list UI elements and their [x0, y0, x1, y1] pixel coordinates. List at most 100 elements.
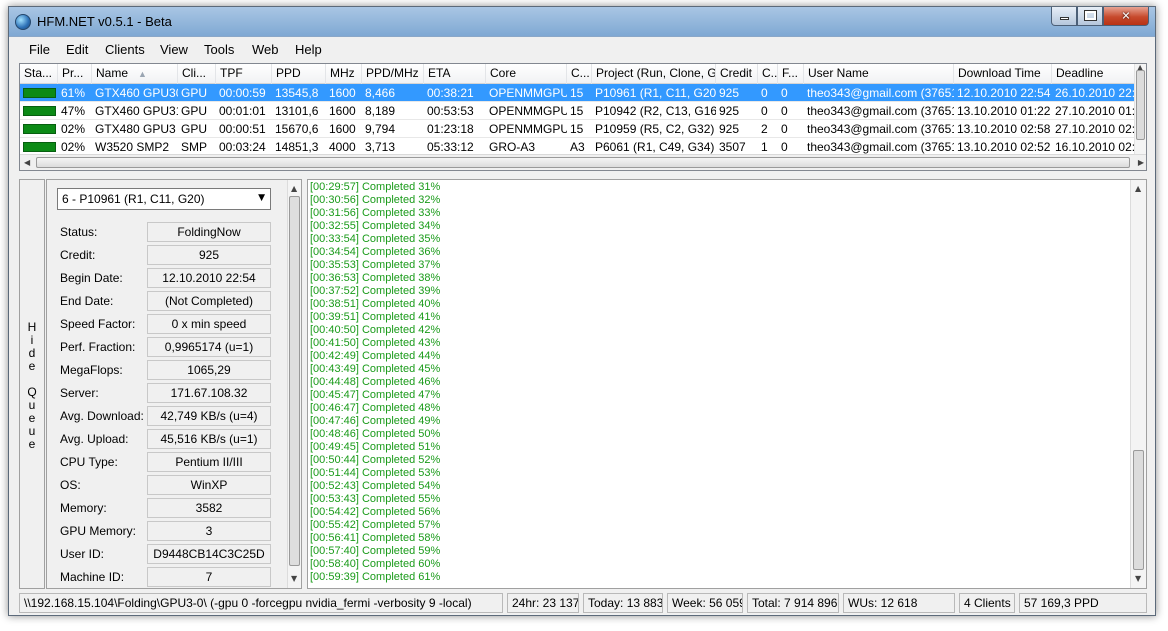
col-header-project[interactable]: Project (Run, Clone, G...: [592, 64, 716, 84]
col-header-completed[interactable]: C...: [758, 64, 778, 84]
title-bar[interactable]: HFM.NET v0.5.1 - Beta ✕: [9, 7, 1155, 37]
table-row[interactable]: 02% GTX480 GPU3 GPU 00:00:51 15670,6 160…: [20, 120, 1136, 138]
minimize-icon: [1060, 17, 1069, 20]
detail-credit-value: 925: [147, 245, 271, 265]
log-line: [00:54:42] Completed 56%: [310, 506, 441, 518]
cell-ppd-mhz: 8,466: [365, 86, 396, 100]
clients-grid[interactable]: Sta... Pr... Name ▲ Cli... TPF PPD MHz PP…: [19, 63, 1147, 171]
status-indicator: [23, 88, 56, 98]
close-icon: ✕: [1121, 9, 1131, 23]
detail-end-date-value: (Not Completed): [147, 291, 271, 311]
cell-tpf: 00:01:01: [219, 104, 266, 118]
detail-label: Begin Date:: [60, 271, 123, 285]
scroll-thumb[interactable]: [36, 157, 1130, 168]
cell-credit: 925: [719, 122, 740, 136]
work-unit-details-panel: 6 - P10961 (R1, C11, G20) ▼ Status: Fold…: [46, 179, 302, 589]
maximize-button[interactable]: [1077, 7, 1103, 26]
scroll-down-icon[interactable]: ▼: [291, 574, 297, 583]
minimize-button[interactable]: [1051, 7, 1077, 26]
hide-queue-letter: e: [28, 359, 36, 373]
scroll-down-icon[interactable]: ▼: [1135, 574, 1141, 583]
cell-failed: 0: [781, 104, 788, 118]
status-week: Week: 56 059: [667, 593, 743, 613]
col-header-progress[interactable]: Pr...: [58, 64, 92, 84]
scroll-up-icon[interactable]: ▲: [1135, 184, 1141, 193]
col-header-tpf[interactable]: TPF: [216, 64, 272, 84]
status-indicator: [23, 124, 56, 134]
col-header-failed[interactable]: F...: [778, 64, 804, 84]
close-button[interactable]: ✕: [1103, 7, 1149, 26]
cell-mhz: 1600: [329, 104, 356, 118]
col-header-client-type[interactable]: Cli...: [178, 64, 216, 84]
scroll-right-icon[interactable]: ▶: [1138, 158, 1144, 167]
cell-core: OPENMMGPU: [489, 122, 567, 136]
col-header-eta[interactable]: ETA: [424, 64, 486, 84]
menu-file[interactable]: File: [29, 42, 50, 57]
menu-view[interactable]: View: [160, 42, 188, 57]
col-header-status[interactable]: Sta...: [20, 64, 58, 84]
col-header-name[interactable]: Name ▲: [92, 64, 178, 84]
scroll-thumb[interactable]: [289, 196, 300, 566]
detail-gpu-memory-value: 3: [147, 521, 271, 541]
details-scrollbar[interactable]: ▲ ▼: [287, 180, 301, 588]
grid-horizontal-scrollbar[interactable]: ◀ ▶: [20, 154, 1146, 170]
col-header-core[interactable]: Core: [486, 64, 567, 84]
cell-core-version: 15: [570, 86, 584, 100]
detail-label: Avg. Upload:: [60, 432, 129, 446]
cell-user-name: theo343@gmail.com (37651): [807, 104, 954, 118]
log-line: [00:30:56] Completed 32%: [310, 194, 441, 206]
col-header-ppd-mhz[interactable]: PPD/MHz: [362, 64, 424, 84]
detail-status-value: FoldingNow: [147, 222, 271, 242]
work-unit-select-value: 6 - P10961 (R1, C11, G20): [62, 192, 205, 206]
cell-ppd: 13545,8: [275, 86, 319, 100]
log-line: [00:38:51] Completed 40%: [310, 298, 441, 310]
scroll-thumb[interactable]: [1133, 450, 1144, 570]
scroll-up-icon[interactable]: ▲: [291, 184, 297, 193]
status-indicator: [23, 106, 56, 116]
window-title: HFM.NET v0.5.1 - Beta: [37, 14, 172, 29]
table-row[interactable]: 47% GTX460 GPU31 GPU 00:01:01 13101,6 16…: [20, 102, 1136, 120]
hide-queue-button[interactable]: H i d e Q u e u e: [19, 179, 45, 589]
grid-vertical-scrollbar[interactable]: ▲: [1134, 64, 1146, 154]
log-line: [00:52:43] Completed 54%: [310, 480, 441, 492]
log-scrollbar[interactable]: ▲ ▼: [1130, 180, 1146, 588]
scroll-thumb[interactable]: [1136, 70, 1145, 140]
col-header-user-name[interactable]: User Name: [804, 64, 954, 84]
cell-client-type: GPU: [181, 122, 208, 136]
log-line: [00:51:44] Completed 53%: [310, 467, 441, 479]
cell-core: OPENMMGPU: [489, 104, 567, 118]
menu-help[interactable]: Help: [295, 42, 322, 57]
menu-tools[interactable]: Tools: [204, 42, 234, 57]
cell-client-type: GPU: [181, 104, 208, 118]
col-header-deadline[interactable]: Deadline: [1052, 64, 1136, 84]
col-header-core-version[interactable]: C...: [567, 64, 592, 84]
detail-label: CPU Type:: [60, 455, 118, 469]
table-row[interactable]: 61% GTX460 GPU30 GPU 00:00:59 13545,8 16…: [20, 84, 1136, 102]
cell-completed: 0: [761, 104, 768, 118]
status-clients: 4 Clients: [959, 593, 1015, 613]
menu-clients[interactable]: Clients: [105, 42, 145, 57]
scroll-left-icon[interactable]: ◀: [24, 158, 30, 167]
col-header-credit[interactable]: Credit: [716, 64, 758, 84]
log-line: [00:58:40] Completed 60%: [310, 558, 441, 570]
log-viewer[interactable]: [00:29:57] Completed 31% [00:30:56] Compl…: [307, 179, 1147, 589]
log-line: [00:42:49] Completed 44%: [310, 350, 441, 362]
cell-project: P10959 (R5, C2, G32): [595, 122, 715, 136]
cell-completed: 2: [761, 122, 768, 136]
col-header-mhz[interactable]: MHz: [326, 64, 362, 84]
cell-completed: 0: [761, 86, 768, 100]
cell-progress: 47%: [61, 104, 86, 118]
detail-label: Avg. Download:: [60, 409, 144, 423]
col-header-download-time[interactable]: Download Time: [954, 64, 1052, 84]
cell-deadline: 26.10.2010 22:5: [1055, 86, 1136, 100]
log-line: [00:33:54] Completed 35%: [310, 233, 441, 245]
cell-project: P10961 (R1, C11, G20): [595, 86, 716, 100]
log-line: [00:49:45] Completed 51%: [310, 441, 441, 453]
menu-web[interactable]: Web: [252, 42, 279, 57]
menu-edit[interactable]: Edit: [66, 42, 88, 57]
cell-core-version: 15: [570, 104, 584, 118]
work-unit-select[interactable]: 6 - P10961 (R1, C11, G20) ▼: [57, 188, 271, 210]
log-line: [00:55:42] Completed 57%: [310, 519, 441, 531]
col-header-ppd[interactable]: PPD: [272, 64, 326, 84]
cell-name: GTX460 GPU30: [95, 86, 178, 100]
